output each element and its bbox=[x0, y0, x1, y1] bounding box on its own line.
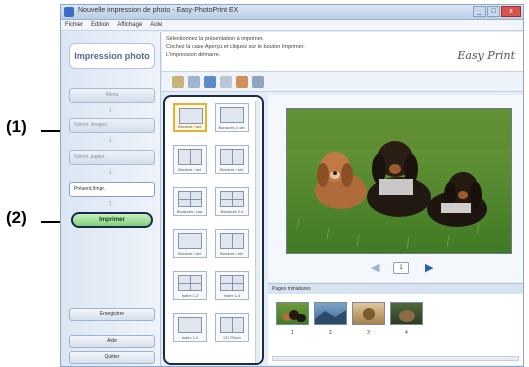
layout-scrollbar[interactable] bbox=[255, 101, 260, 363]
layout-label: Bordures 2-4 bbox=[220, 209, 244, 214]
title-bar: Nouvelle impression de photo - Easy-Phot… bbox=[61, 5, 523, 20]
layout-option[interactable]: Bordure / sel. bbox=[173, 145, 207, 174]
menu-view[interactable]: Affichage bbox=[117, 20, 142, 30]
layout-label: Bordure / sel. bbox=[178, 124, 202, 129]
thumbnail-number: 4 bbox=[405, 330, 408, 336]
instruction-line-3: L'impression démarre. bbox=[166, 52, 221, 58]
layout-option[interactable]: Bordures / par. bbox=[173, 187, 207, 216]
left-pane: Impression photo Menu ↓ Sélect. images ↓… bbox=[61, 32, 161, 366]
layout-option[interactable]: Bordure / sel. bbox=[215, 229, 249, 258]
layout-thumbnail bbox=[220, 107, 244, 123]
layout-thumbnail bbox=[220, 233, 244, 249]
layout-label: CD Photo bbox=[223, 335, 241, 340]
thumbnail-number: 3 bbox=[367, 330, 370, 336]
quit-button[interactable]: Quitter bbox=[69, 351, 155, 364]
layout-label: Bordure / sel. bbox=[178, 251, 202, 256]
layout-thumbnail bbox=[178, 275, 202, 291]
thumbnail-scrollbar[interactable] bbox=[272, 356, 519, 361]
app-icon bbox=[64, 7, 74, 17]
instruction-line-1: Sélectionnez la présentation à imprimer. bbox=[166, 36, 264, 42]
dogs-photo bbox=[287, 109, 511, 253]
window-controls: _ □ x bbox=[473, 6, 521, 17]
layout-option[interactable]: Bordures 2-4 bbox=[215, 187, 249, 216]
layout-thumbnail bbox=[179, 108, 203, 124]
edit-icon[interactable] bbox=[236, 76, 248, 88]
toolbar bbox=[162, 72, 523, 92]
layout-label: Bordure / sel. bbox=[220, 167, 244, 172]
instruction-line-2: Cochez la case Aperçu et cliquez sur le … bbox=[166, 44, 305, 50]
pane-title: Impression photo bbox=[69, 43, 155, 69]
thumbnail-4[interactable] bbox=[390, 302, 423, 325]
minimize-button[interactable]: _ bbox=[473, 6, 486, 17]
layout-thumbnail bbox=[178, 191, 202, 207]
step-layout-print-button[interactable]: Présent./Impr. bbox=[69, 182, 155, 197]
layout-label: Bordures 1-sel. bbox=[218, 125, 246, 130]
layout-option[interactable]: Bordures 1-sel. bbox=[215, 103, 249, 132]
step-select-paper-button[interactable]: Sélect. papier bbox=[69, 150, 155, 165]
step-arrow-icon: ↑ bbox=[108, 198, 113, 208]
close-button[interactable]: x bbox=[501, 6, 521, 17]
step-select-images-button[interactable]: Sélect. images bbox=[69, 118, 155, 133]
layout-thumbnail bbox=[220, 191, 244, 207]
thumbnail-number: 1 bbox=[291, 330, 294, 336]
callout-1: (1) bbox=[6, 117, 27, 136]
layout-label: Bordure / sel. bbox=[220, 251, 244, 256]
screenshot-stage: (1) (2) Nouvelle impression de photo - E… bbox=[0, 0, 529, 367]
save-button[interactable]: Enregistrer bbox=[69, 308, 155, 321]
layout-option[interactable]: CD Photo bbox=[215, 313, 249, 342]
brand-logo: Easy Print bbox=[457, 49, 515, 62]
step-arrow-icon: ↓ bbox=[108, 104, 113, 114]
layout-option[interactable]: Bordure / sel. bbox=[173, 229, 207, 258]
layout-thumbnail bbox=[178, 149, 202, 165]
layout-option[interactable]: Index 1-4 bbox=[215, 271, 249, 300]
layout-label: Index 1-2 bbox=[181, 293, 199, 298]
next-page-icon[interactable]: ▶ bbox=[425, 261, 433, 274]
layout-label: Bordures / par. bbox=[176, 209, 204, 214]
layout-thumbnail bbox=[220, 149, 244, 165]
frame-icon[interactable] bbox=[220, 76, 232, 88]
help-button[interactable]: Aide bbox=[69, 335, 155, 348]
pages-header: Pages miniatures bbox=[268, 283, 523, 294]
print-settings-icon[interactable] bbox=[252, 76, 264, 88]
menu-help[interactable]: Aide bbox=[150, 20, 162, 30]
thumbnail-strip: 1 2 3 4 bbox=[268, 294, 523, 365]
menu-edit[interactable]: Edition bbox=[91, 20, 109, 30]
thumbnail-2[interactable] bbox=[314, 302, 347, 325]
print-button[interactable]: Imprimer bbox=[71, 212, 153, 228]
page-number: 1 bbox=[393, 262, 409, 274]
layout-list: Bordure / sel. Bordures 1-sel. Bordure / s… bbox=[163, 95, 264, 365]
thumbnail-3[interactable] bbox=[352, 302, 385, 325]
layout-option[interactable]: Index 1-2 bbox=[173, 313, 207, 342]
layout-label: Index 1-4 bbox=[223, 293, 241, 298]
photo-preview[interactable] bbox=[286, 108, 512, 254]
layout-option[interactable]: Bordure / sel. bbox=[215, 145, 249, 174]
layout-option[interactable]: Bordure / sel. bbox=[173, 103, 207, 132]
layout-thumbnail bbox=[178, 317, 202, 333]
previous-page-icon[interactable]: ◀ bbox=[371, 261, 379, 274]
callout-2: (2) bbox=[6, 208, 27, 227]
layout-option[interactable]: Index 1-2 bbox=[173, 271, 207, 300]
layout-label: Bordure / sel. bbox=[178, 167, 202, 172]
thumbnail-number: 2 bbox=[329, 330, 332, 336]
menu-bar: Fichier Edition Affichage Aide bbox=[61, 20, 523, 31]
layout-thumbnail bbox=[220, 317, 244, 333]
crop-icon[interactable] bbox=[204, 76, 216, 88]
maximize-button[interactable]: □ bbox=[487, 6, 500, 17]
step-arrow-icon: ↓ bbox=[108, 134, 113, 144]
rotate-left-icon[interactable] bbox=[172, 76, 184, 88]
thumbnail-1[interactable] bbox=[276, 302, 309, 325]
rotate-right-icon[interactable] bbox=[188, 76, 200, 88]
step-arrow-icon: ↓ bbox=[108, 166, 113, 176]
layout-thumbnail bbox=[220, 275, 244, 291]
step-menu-button[interactable]: Menu bbox=[69, 88, 155, 103]
instruction-area: Sélectionnez la présentation à imprimer.… bbox=[162, 32, 523, 72]
layout-label: Index 1-2 bbox=[181, 335, 199, 340]
window-title: Nouvelle impression de photo - Easy-Phot… bbox=[78, 7, 239, 14]
menu-file[interactable]: Fichier bbox=[65, 20, 83, 30]
layout-thumbnail bbox=[178, 233, 202, 249]
